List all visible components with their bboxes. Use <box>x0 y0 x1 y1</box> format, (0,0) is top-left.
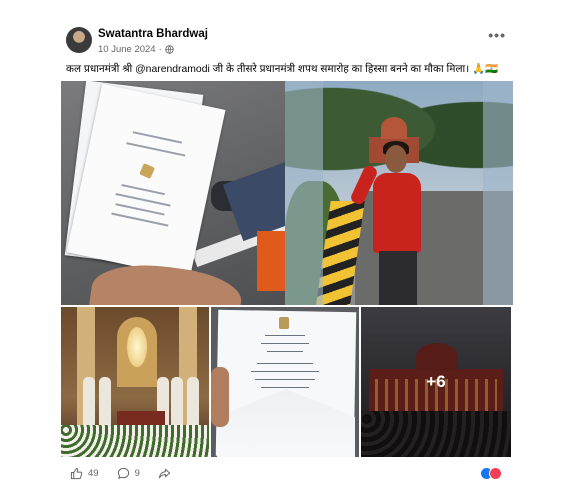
reaction-summary[interactable] <box>480 467 502 480</box>
meta-separator: · <box>158 44 162 55</box>
like-count: 49 <box>88 467 99 479</box>
post-meta: 10 June 2024 · <box>98 44 174 55</box>
post-date[interactable]: 10 June 2024 <box>98 44 156 55</box>
comment-button[interactable]: 9 <box>117 467 140 480</box>
share-button[interactable] <box>158 467 171 480</box>
comment-count: 9 <box>134 467 140 479</box>
thumbs-up-icon <box>70 467 83 479</box>
post-author[interactable]: Swatantra Bhardwaj <box>98 28 208 40</box>
more-photos-count[interactable]: +6 <box>361 307 511 457</box>
avatar[interactable] <box>66 27 92 53</box>
post-card: Swatantra Bhardwaj 10 June 2024 · ••• कल… <box>58 18 516 486</box>
globe-icon <box>165 45 174 54</box>
photo-man-red-shirt[interactable] <box>285 81 513 305</box>
like-button[interactable]: 49 <box>70 467 99 480</box>
post-caption: कल प्रधानमंत्री श्री @narendramodi जी के… <box>66 64 498 75</box>
photo-invitation-card[interactable] <box>211 307 359 457</box>
more-options-button[interactable]: ••• <box>488 28 506 42</box>
love-reaction-icon <box>489 467 502 480</box>
photo-rashtrapati-bhavan[interactable]: +6 <box>361 307 511 457</box>
share-icon <box>158 468 170 478</box>
comment-icon <box>117 467 129 479</box>
photo-ceremony-hall[interactable] <box>61 307 209 457</box>
photo-invitation-road[interactable] <box>61 81 285 305</box>
post-footer: 49 9 <box>58 460 516 486</box>
